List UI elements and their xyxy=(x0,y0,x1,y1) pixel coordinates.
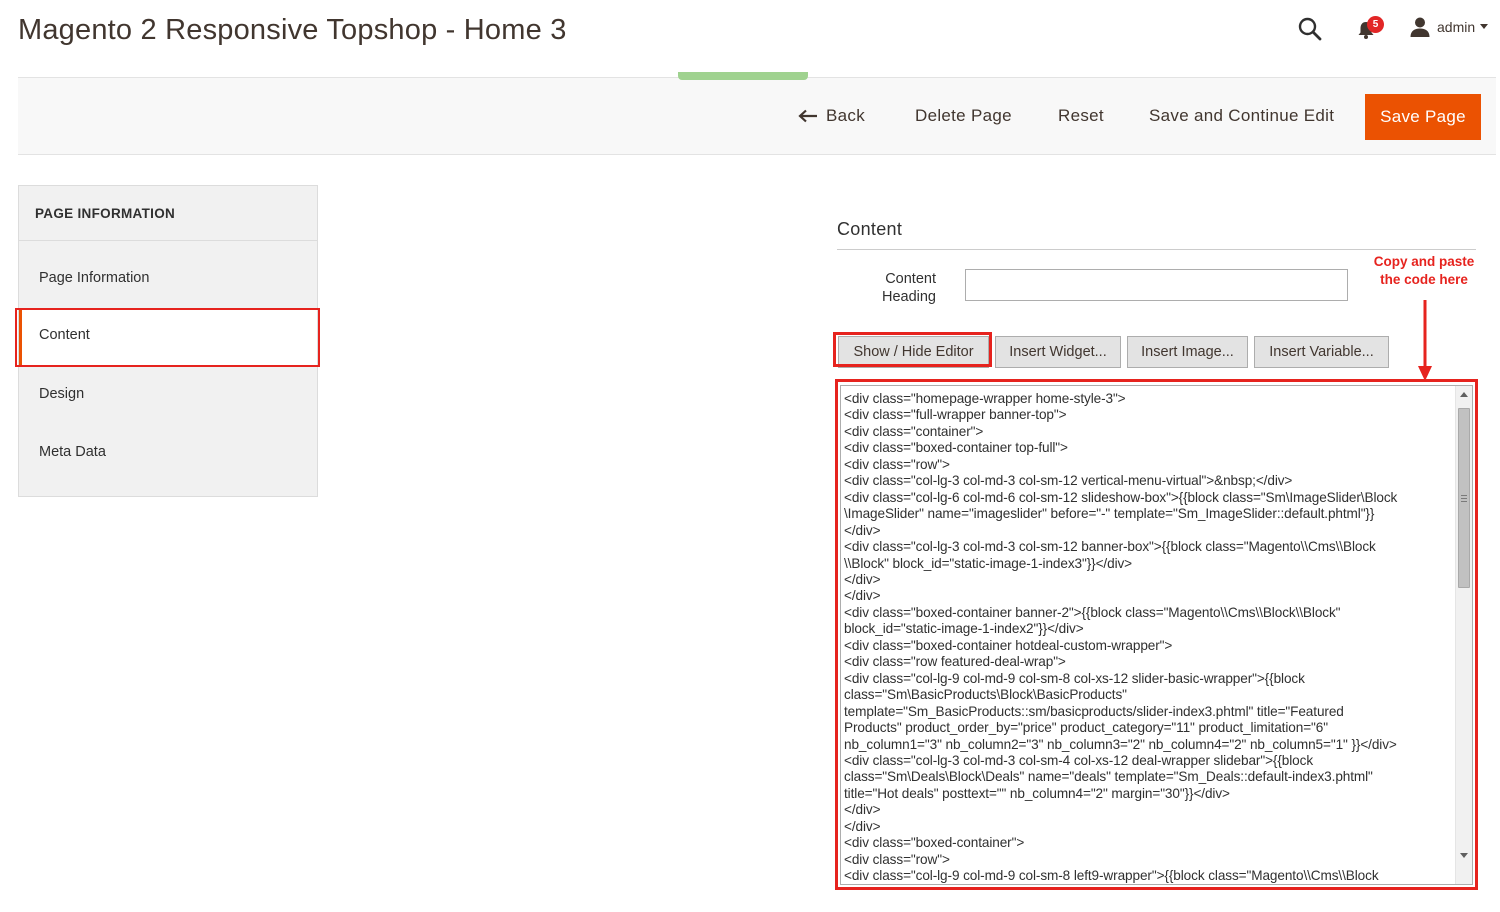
code-line: </div> xyxy=(844,802,881,818)
code-line: <div class="row"> xyxy=(844,456,950,472)
code-line: <div class="boxed-container hotdeal-cust… xyxy=(844,637,1173,653)
content-heading-input[interactable] xyxy=(965,269,1348,301)
code-line: <div class="col-lg-3 col-md-3 col-sm-4 c… xyxy=(844,752,1314,768)
user-icon[interactable] xyxy=(1409,16,1431,38)
notification-badge[interactable]: 5 xyxy=(1367,16,1384,33)
code-line: <div class="col-lg-9 col-md-9 col-sm-8 c… xyxy=(844,670,1305,686)
sidebar-item-label: Meta Data xyxy=(39,444,106,460)
scroll-up-icon[interactable] xyxy=(1460,392,1468,397)
code-line: <div class="col-lg-3 col-md-3 col-sm-12 … xyxy=(844,539,1376,555)
code-line: <div class="col-lg-3 col-md-3 col-sm-12 … xyxy=(844,473,1293,489)
section-divider xyxy=(837,249,1476,250)
code-line: class="Sm\BasicProducts\Block\BasicProdu… xyxy=(844,687,1127,703)
code-line: class="Sm\Deals\Block\Deals" name="deals… xyxy=(844,769,1373,785)
code-text: <div class="homepage-wrapper home-style-… xyxy=(844,391,1454,884)
code-line: template="Sm_BasicProducts::sm/basicprod… xyxy=(844,703,1344,719)
code-line: <div class="boxed-container"> xyxy=(844,835,1025,851)
code-line: <div class="full-wrapper banner-top"> xyxy=(844,407,1067,423)
sidebar-item-label: Page Information xyxy=(39,270,150,286)
sidebar-item-page-information[interactable]: Page Information xyxy=(19,251,317,309)
insert-widget-button[interactable]: Insert Widget... xyxy=(995,336,1121,368)
code-line: \\Block" block_id="static-image-1-index3… xyxy=(844,555,1133,571)
back-button[interactable]: Back xyxy=(798,106,865,126)
search-icon[interactable] xyxy=(1297,16,1323,42)
content-section-title: Content xyxy=(837,219,903,239)
scroll-down-icon[interactable] xyxy=(1460,853,1468,858)
save-and-continue-button[interactable]: Save and Continue Edit xyxy=(1149,106,1334,126)
sidebar-title: PAGE INFORMATION xyxy=(35,206,176,221)
code-line: </div> xyxy=(844,588,881,604)
code-line: \ImageSlider" name="imageslider" before=… xyxy=(844,506,1375,522)
annotation-note: Copy and paste the code here xyxy=(1373,254,1475,287)
reset-button[interactable]: Reset xyxy=(1058,106,1104,126)
code-line: <div class="boxed-container banner-2">{{… xyxy=(844,604,1341,620)
code-line: <div class="row"> xyxy=(844,851,950,867)
loading-indicator xyxy=(678,72,808,80)
insert-variable-button[interactable]: Insert Variable... xyxy=(1254,336,1389,368)
page-information-sidebar: PAGE INFORMATION Page Information Conten… xyxy=(18,185,318,497)
back-button-label: Back xyxy=(826,106,865,125)
chevron-down-icon[interactable] xyxy=(1480,24,1488,29)
insert-image-button[interactable]: Insert Image... xyxy=(1127,336,1248,368)
code-line: <div class="container"> xyxy=(844,423,984,439)
textarea-scrollbar[interactable] xyxy=(1455,386,1472,884)
save-page-button[interactable]: Save Page xyxy=(1365,94,1481,140)
content-heading-label: Content Heading xyxy=(881,271,936,305)
code-line: <div class="homepage-wrapper home-style-… xyxy=(844,391,1126,406)
delete-page-button[interactable]: Delete Page xyxy=(915,106,1012,126)
code-line: block_id="static-image-1-index2"}}</div> xyxy=(844,621,1084,637)
user-name[interactable]: admin xyxy=(1437,19,1475,35)
code-line: <div class="row featured-deal-wrap"> xyxy=(844,654,1066,670)
content-code-textarea[interactable]: <div class="homepage-wrapper home-style-… xyxy=(840,385,1473,885)
sidebar-item-label: Design xyxy=(39,386,85,402)
sidebar-item-meta-data[interactable]: Meta Data xyxy=(19,425,317,483)
arrow-left-icon xyxy=(798,109,817,123)
code-line: nb_column1="3" nb_column2="3" nb_column3… xyxy=(844,736,1397,752)
page-actions-bar: Back Delete Page Reset Save and Continue… xyxy=(18,72,1496,155)
show-hide-editor-button[interactable]: Show / Hide Editor xyxy=(838,336,989,368)
sidebar-item-design[interactable]: Design xyxy=(19,367,317,425)
code-line: Products" product_order_by="price" produ… xyxy=(844,720,1328,736)
code-line: </div> xyxy=(844,522,881,538)
grip-icon xyxy=(1461,495,1467,496)
code-line: title="Hot deals" posttext="" nb_column4… xyxy=(844,785,1230,801)
sidebar-item-content[interactable]: Content xyxy=(19,308,317,366)
code-line: <div class="col-lg-9 col-md-9 col-sm-8 l… xyxy=(844,868,1379,884)
code-line: </div> xyxy=(844,818,881,834)
sidebar-divider xyxy=(19,240,317,241)
code-line: <div class="col-lg-6 col-md-6 col-sm-12 … xyxy=(844,489,1398,505)
code-line: </div> xyxy=(844,571,881,587)
scroll-thumb[interactable] xyxy=(1458,408,1470,588)
annotation-arrow-icon xyxy=(1418,300,1432,381)
code-line: <div class="boxed-container top-full"> xyxy=(844,440,1068,456)
sidebar-item-label: Content xyxy=(39,327,90,343)
page-title: Magento 2 Responsive Topshop - Home 3 xyxy=(18,14,567,46)
header-actions: 5 admin xyxy=(1270,12,1500,46)
